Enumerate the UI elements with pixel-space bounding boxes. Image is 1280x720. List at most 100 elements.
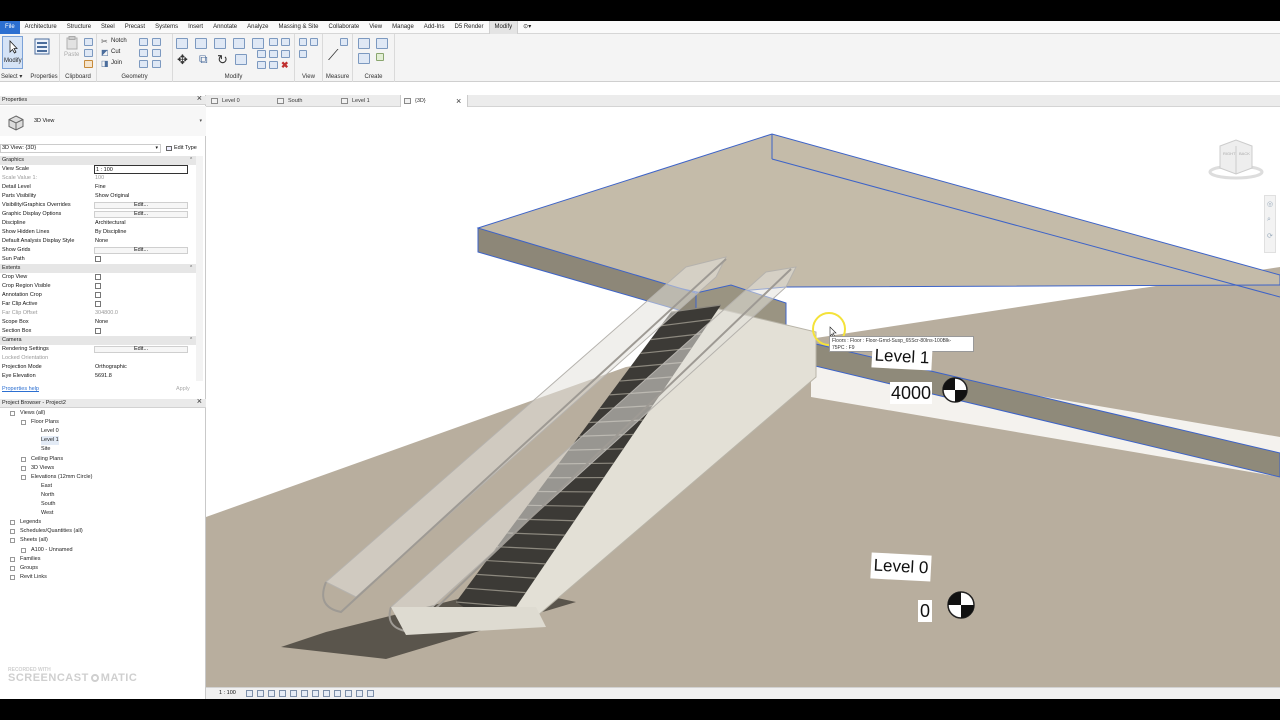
menu-tab-analyze[interactable]: Analyze: [242, 21, 273, 34]
paint-icon[interactable]: [139, 49, 148, 57]
create-group-icon[interactable]: [358, 53, 370, 64]
render-icon[interactable]: [290, 690, 297, 697]
browser-item[interactable]: Schedules/Quantities (all): [10, 527, 83, 536]
properties-scrollbar[interactable]: [196, 156, 203, 381]
expand-toggle-icon[interactable]: [10, 574, 15, 580]
viewcube-right-face[interactable]: RIGHT: [1223, 151, 1235, 156]
instance-filter-select[interactable]: 3D View: {3D} ▾: [0, 144, 161, 153]
detail-level-icon[interactable]: [246, 690, 253, 697]
unpin-icon[interactable]: [281, 38, 290, 46]
scale-icon[interactable]: [269, 50, 278, 58]
show-crop-icon[interactable]: [312, 690, 319, 697]
match-properties-icon[interactable]: [84, 60, 93, 68]
menu-tab-manage[interactable]: Manage: [387, 21, 419, 34]
trim-multiple-icon[interactable]: [257, 61, 266, 69]
browser-item[interactable]: Ceiling Plans: [21, 455, 63, 464]
view-scale[interactable]: 1 : 100: [219, 690, 236, 696]
zoom-icon[interactable]: ⌕: [1267, 216, 1271, 224]
property-checkbox[interactable]: [95, 274, 101, 280]
menu-tab-insert[interactable]: Insert: [183, 21, 208, 34]
property-input[interactable]: 1 : 100: [94, 165, 188, 174]
collapse-icon[interactable]: ⌃: [189, 156, 193, 165]
linework-icon[interactable]: [299, 50, 307, 58]
menu-tab-structure[interactable]: Structure: [62, 21, 96, 34]
property-checkbox[interactable]: [95, 301, 101, 307]
expand-toggle-icon[interactable]: [10, 411, 15, 416]
property-checkbox[interactable]: [95, 283, 101, 289]
mirror-draw-axis-icon[interactable]: [233, 38, 245, 49]
property-value[interactable]: By Discipline: [95, 228, 126, 237]
3d-view-canvas[interactable]: Floors : Floor : Floor-Grnd-Susp_65Scr-8…: [206, 107, 1280, 687]
create-parts-icon[interactable]: [376, 38, 388, 49]
properties-section[interactable]: Camera ⌃: [0, 336, 196, 345]
lock-view-icon[interactable]: [323, 690, 330, 697]
property-value[interactable]: None: [95, 318, 108, 327]
viewcube[interactable]: RIGHT BACK: [1206, 132, 1266, 182]
contextual-tab-dropdown[interactable]: ⊙▾: [518, 21, 536, 34]
split-face-icon[interactable]: [152, 38, 161, 46]
view-tab-level-1[interactable]: Level 1: [338, 95, 400, 107]
view-tab-south[interactable]: South: [274, 95, 336, 107]
browser-item[interactable]: West: [41, 509, 53, 518]
menu-tab-systems[interactable]: Systems: [150, 21, 183, 34]
expand-toggle-icon[interactable]: [21, 465, 26, 471]
properties-help-link[interactable]: Properties help: [2, 385, 39, 394]
expand-toggle-icon[interactable]: [21, 474, 26, 480]
mirror-pick-axis-icon[interactable]: [214, 38, 226, 49]
split-element-icon[interactable]: [252, 38, 264, 49]
browser-item[interactable]: 3D Views: [21, 464, 54, 473]
offset-icon[interactable]: [195, 38, 207, 49]
notch-button[interactable]: ✂ Notch: [101, 38, 141, 46]
orbit-icon[interactable]: ⟳: [1267, 232, 1273, 240]
menu-tab-steel[interactable]: Steel: [96, 21, 120, 34]
edit-button[interactable]: Edit...: [94, 202, 188, 209]
expand-toggle-icon[interactable]: [10, 529, 15, 535]
delete-icon[interactable]: ✖: [281, 61, 289, 70]
expand-toggle-icon[interactable]: [10, 556, 15, 562]
property-value[interactable]: Show Original: [95, 192, 129, 201]
menu-tab-d5-render[interactable]: D5 Render: [449, 21, 488, 34]
level-0-name-tag[interactable]: Level 0: [870, 552, 932, 582]
analysis-icon[interactable]: [367, 690, 374, 697]
browser-item[interactable]: East: [41, 482, 52, 491]
properties-close-icon[interactable]: ×: [197, 94, 202, 103]
browser-item[interactable]: Site: [41, 445, 50, 454]
measure-icon[interactable]: ⟋: [328, 48, 339, 63]
steering-wheel-icon[interactable]: ◎: [1267, 200, 1273, 208]
property-value[interactable]: 5691.8: [95, 372, 112, 381]
browser-item[interactable]: Level 1: [41, 436, 59, 446]
property-value[interactable]: Fine: [95, 183, 106, 192]
align-icon[interactable]: [176, 38, 188, 49]
edit-button[interactable]: Edit...: [94, 346, 188, 353]
menu-tab-precast[interactable]: Precast: [120, 21, 150, 34]
close-tab-icon[interactable]: ×: [456, 95, 461, 107]
property-value[interactable]: Architectural: [95, 219, 126, 228]
menu-tab-architecture[interactable]: Architecture: [20, 21, 62, 34]
expand-toggle-icon[interactable]: [21, 420, 26, 426]
hide-in-view-icon[interactable]: [299, 38, 307, 46]
pin-icon[interactable]: [269, 38, 278, 46]
expand-toggle-icon[interactable]: [10, 538, 15, 544]
browser-item[interactable]: Floor Plans: [21, 418, 59, 427]
copy-icon[interactable]: [84, 49, 93, 57]
browser-item[interactable]: Groups: [10, 564, 38, 573]
worksharing-icon[interactable]: [356, 690, 363, 697]
browser-item[interactable]: Views (all): [10, 409, 45, 418]
expand-toggle-icon[interactable]: [21, 456, 26, 462]
trim-extend-icon[interactable]: [235, 54, 247, 65]
browser-item[interactable]: A100 - Unnamed: [21, 546, 73, 555]
expand-toggle-icon[interactable]: [10, 520, 15, 526]
extend-icon[interactable]: [269, 61, 278, 69]
reveal-hidden-icon[interactable]: [345, 690, 352, 697]
menu-tab-collaborate[interactable]: Collaborate: [324, 21, 365, 34]
browser-item[interactable]: Level 0: [41, 427, 59, 436]
browser-item[interactable]: Legends: [10, 518, 41, 527]
copy-element-icon[interactable]: ⧉: [199, 53, 208, 66]
modify-tool-button[interactable]: Modify: [2, 36, 23, 69]
override-graphics-icon[interactable]: [310, 38, 318, 46]
view-tab-level-0[interactable]: Level 0: [208, 95, 272, 107]
wall-joins-icon[interactable]: [139, 38, 148, 46]
apply-button[interactable]: Apply: [176, 385, 190, 394]
project-browser-close-icon[interactable]: ×: [197, 397, 202, 406]
edit-type-button[interactable]: Edit Type: [164, 144, 204, 153]
